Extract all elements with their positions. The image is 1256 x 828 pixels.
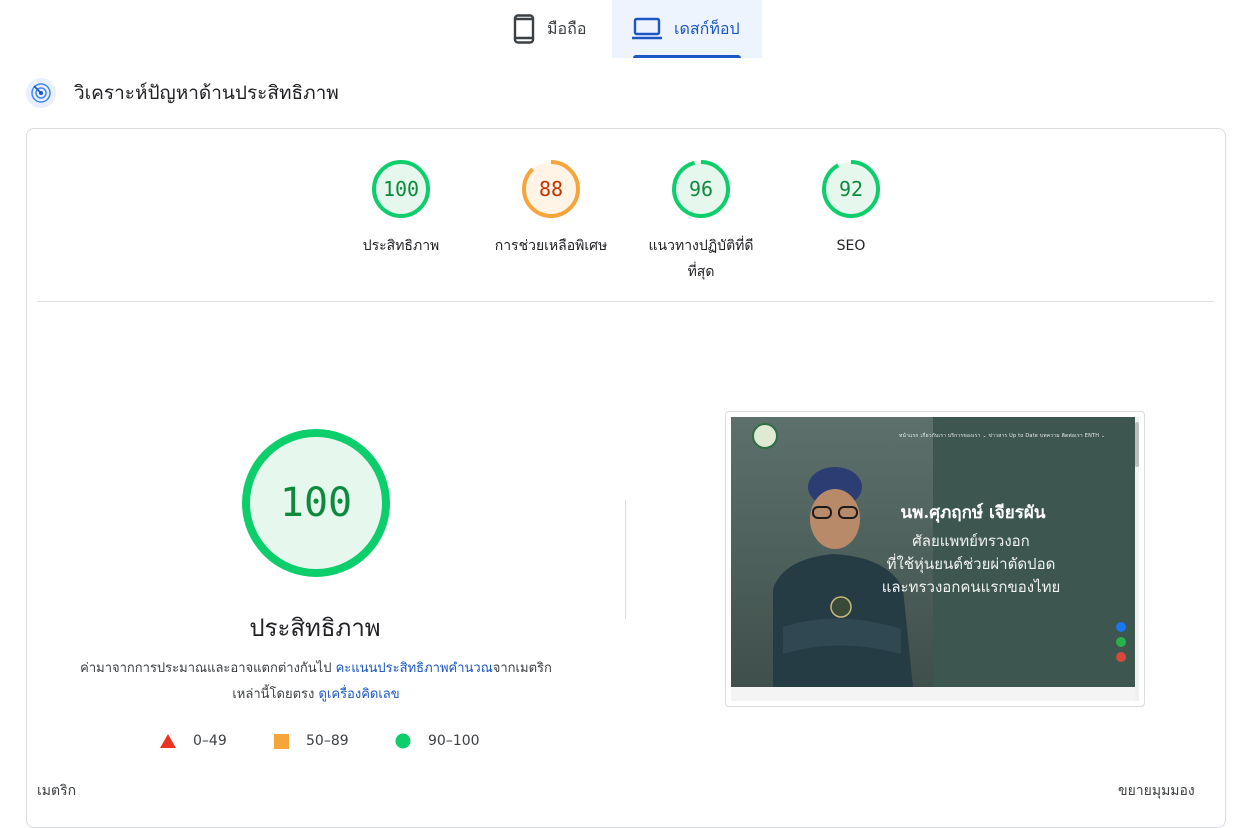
laptop-icon (632, 17, 662, 40)
subtitle-line: ศัลยแพทย์ทรวงอก (912, 532, 1030, 550)
metrics-heading: เมตริก (37, 783, 77, 799)
tab-mobile[interactable]: มือถือ (495, 0, 612, 58)
main-score-title: ประสิทธิภาพ (249, 614, 381, 642)
divider (37, 301, 1214, 302)
site-logo (752, 423, 778, 449)
legend-range: 90–100 (428, 733, 480, 749)
active-tab-indicator (633, 55, 741, 58)
expand-view-toggle[interactable]: ขยายมุมมอง (1118, 780, 1195, 802)
score-calculation-link[interactable]: คะแนนประสิทธิภาพคำนวณ (336, 661, 493, 676)
legend-fail: 0–49 (160, 731, 227, 751)
subtitle-line: และทรวงอกคนแรกของไทย (881, 578, 1061, 596)
gauge-accessibility[interactable]: 88 การช่วยเหลือพิเศษ (486, 159, 616, 259)
gauge-label: SEO (836, 238, 866, 254)
tab-desktop[interactable]: เดสก์ท็อป (612, 0, 762, 58)
vertical-separator (625, 500, 626, 619)
map-icon (1116, 652, 1126, 662)
main-gauge-score: 100 (279, 480, 353, 526)
green-circle-icon (395, 733, 411, 749)
gauge-label: การช่วยเหลือพิเศษ (494, 238, 608, 254)
gauge-performance[interactable]: 100 ประสิทธิภาพ (336, 159, 466, 259)
calculator-link[interactable]: ดูเครื่องคิดเลข (318, 687, 399, 702)
main-performance-gauge: 100 (240, 427, 392, 579)
legend-range: 50–89 (306, 733, 349, 749)
screenshot-heading: นพ.ศุภฤกษ์ เจียรผัน (900, 503, 1046, 523)
legend-range: 0–49 (193, 733, 227, 749)
gauge-score: 96 (688, 177, 714, 201)
scrollbar-thumb[interactable] (1135, 422, 1139, 467)
screenshot-footer (731, 687, 1135, 701)
red-triangle-icon (160, 734, 176, 748)
score-description: ค่ามาจากการประมาณและอาจแตกต่างกันไป คะแน… (66, 656, 566, 708)
gauge-score: 92 (838, 177, 864, 201)
facebook-icon (1116, 622, 1126, 632)
tab-mobile-label: มือถือ (547, 18, 587, 38)
gauge-score: 88 (538, 177, 564, 201)
screenshot-nav: หน้าแรก เกี่ยวกับเรา บริการของเรา ⌄ ข่าว… (899, 433, 1106, 439)
gauge-best-practices[interactable]: 96 แนวทางปฏิบัติที่ดีที่สุด (636, 159, 766, 285)
device-tabs: มือถือ เดสก์ท็อป (0, 0, 1256, 58)
gauge-label: แนวทางปฏิบัติที่ดีที่สุด (648, 238, 754, 280)
gauge-score: 100 (382, 177, 420, 201)
page-screenshot: หน้าแรก เกี่ยวกับเรา บริการของเรา ⌄ ข่าว… (731, 417, 1135, 687)
subtitle-line: ที่ใช้หุ่นยนต์ช่วยผ่าตัดปอด (886, 555, 1056, 573)
radar-icon (26, 78, 56, 108)
tab-desktop-label: เดสก์ท็อป (674, 18, 740, 38)
section-header: วิเคราะห์ปัญหาด้านประสิทธิภาพ (26, 77, 339, 109)
desc-text-1: ค่ามาจากการประมาณและอาจแตกต่างกันไป (80, 661, 336, 676)
section-title: วิเคราะห์ปัญหาด้านประสิทธิภาพ (74, 82, 339, 104)
smartphone-icon (513, 14, 535, 44)
orange-square-icon (274, 733, 289, 749)
legend-average: 50–89 (274, 731, 349, 751)
gauge-seo[interactable]: 92 SEO (786, 159, 916, 259)
screenshot-subtitle: ศัลยแพทย์ทรวงอก ที่ใช้หุ่นยนต์ช่วยผ่าตัด… (821, 530, 1121, 599)
line-icon (1116, 637, 1126, 647)
legend-pass: 90–100 (395, 731, 480, 751)
gauge-label: ประสิทธิภาพ (362, 238, 440, 254)
